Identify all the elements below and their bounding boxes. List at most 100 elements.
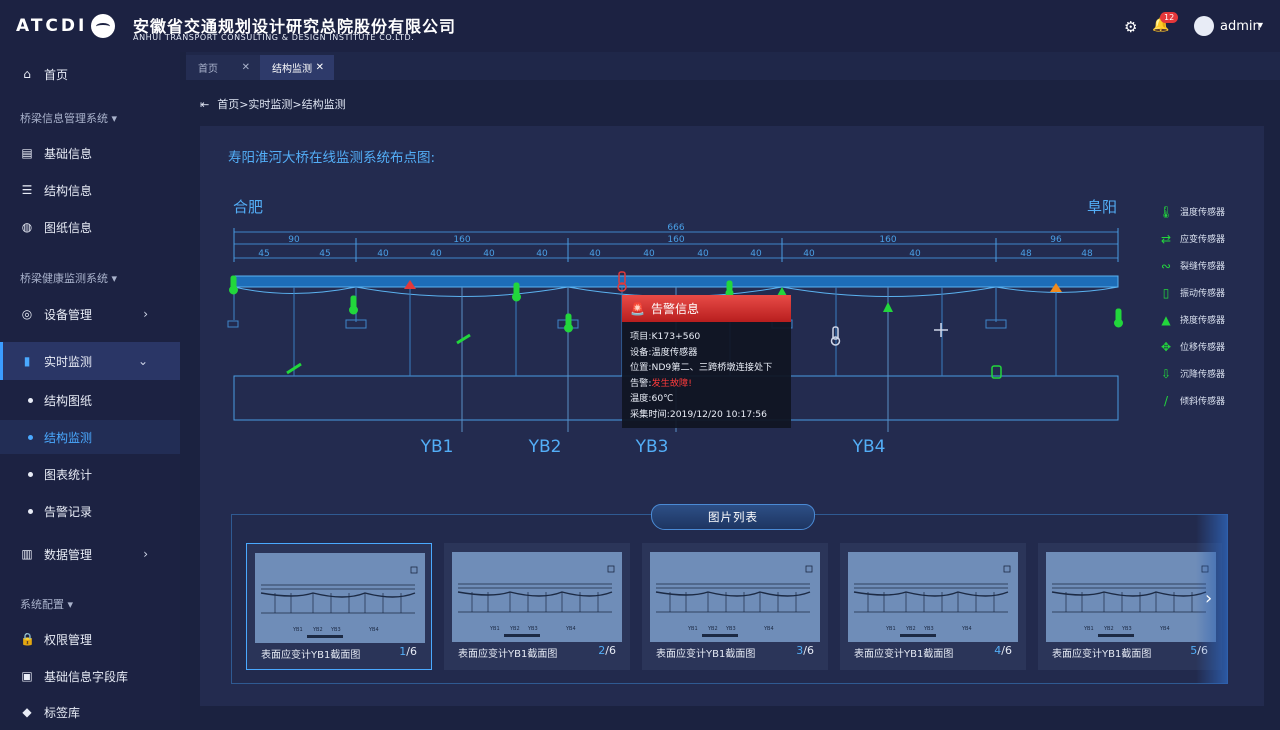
tab-home[interactable]: 首页 ✕ [186,55,260,80]
sidebar-subitem-label: 图表统计 [44,467,93,482]
alarm-info-popup: 🚨 告警信息 项目:K173+560 设备:温度传感器 位置:ND9第二、三跨桥… [622,295,791,428]
caret-down-icon: ▾ [111,272,118,285]
gallery-thumb-3[interactable]: YB1 YB2 YB3 YB4 表面应变计YB1截面图 3/6 [642,543,828,670]
gallery-thumb-4[interactable]: YB1 YB2 YB3 YB4 表面应变计YB1截面图 4/6 [840,543,1026,670]
legend-item-displacement: ✥ 位移传感器 [1158,333,1225,360]
legend-label: 挠度传感器 [1180,316,1226,326]
gallery-next-button[interactable]: › [1196,514,1228,684]
breadcrumb-text: 首页>实时监测>结构监测 [217,98,346,111]
alarm-row-status: 告警:发生故障! [630,377,692,389]
sidebar-subitem-chart-stats[interactable]: 图表统计 [0,457,180,491]
gallery-thumb-5[interactable]: YB1YB2YB3YB4 表面应变计YB1截面图 5/6 [1038,543,1222,670]
sidebar-subitem-struct-drawing[interactable]: 结构图纸 [0,383,180,417]
menu-collapse-icon[interactable]: ⇤ [200,98,209,111]
alarm-popup-title: 告警信息 [650,302,699,316]
sidebar-item-field-lib[interactable]: ▣ 基础信息字段库 [0,658,180,694]
bullet-icon [28,434,33,440]
thumbnail-image: YB1 YB2 YB3 YB4 [452,552,622,642]
svg-text:YB1: YB1 [687,626,698,632]
sidebar-item-data-mgmt[interactable]: ▥ 数据管理 › [0,536,180,572]
caret-down-icon: ▾ [111,112,118,125]
city-label-left: 合肥 [233,198,264,216]
sidebar-item-basic-info[interactable]: ▤ 基础信息 [0,135,180,171]
chevron-right-icon: › [143,307,148,321]
alarm-popup-body: 项目:K173+560 设备:温度传感器 位置:ND9第二、三跨桥墩连接处下 告… [622,322,791,430]
tilt-icon: / [1163,393,1169,408]
legend-label: 位移传感器 [1180,343,1226,353]
legend-label: 振动传感器 [1180,289,1226,299]
sidebar-item-tag-lib[interactable]: ◆ 标签库 [0,694,180,730]
thumb-caption: 表面应变计YB1截面图 [1052,649,1152,660]
svg-text:YB1: YB1 [1083,626,1094,632]
chevron-down-icon: ⌄ [137,354,148,368]
thumbnail-image: YB1 YB2 YB3 YB4 [848,552,1018,642]
svg-text:YB3: YB3 [1121,626,1132,632]
sidebar-subitem-label: 告警记录 [44,504,93,519]
sidebar-item-struct-info[interactable]: ☰ 结构信息 [0,172,180,208]
sidebar-item-label: 首页 [44,67,69,82]
close-icon[interactable]: ✕ [242,62,250,73]
thumb-page: 3/6 [796,644,814,657]
gallery-thumb-1[interactable]: YB1 YB2 YB3 YB4 表面应变计YB1截面图 1/6 [246,543,432,670]
sidebar-section-system[interactable]: 系统配置 ▾ [20,596,73,612]
sidebar-item-label: 数据管理 [44,547,93,562]
legend-label: 裂缝传感器 [1180,262,1226,272]
alarm-row-time: 采集时间:2019/12/20 10:17:56 [630,408,767,420]
svg-text:YB3: YB3 [725,626,736,632]
settings-gear-icon[interactable]: ⚙ [1124,18,1137,36]
svg-text:YB2: YB2 [905,626,916,632]
sidebar-item-realtime[interactable]: ▮ 实时监测 ⌄ [0,342,180,380]
caret-down-icon: ▾ [67,598,74,611]
sidebar-item-drawing-info[interactable]: ◍ 图纸信息 [0,209,180,245]
section-label: 桥梁健康监测系统 [20,272,108,285]
user-menu-chevron-down-icon[interactable]: ▾ [1258,20,1263,31]
sidebar-subitem-alarm-records[interactable]: 告警记录 [0,494,180,528]
svg-text:YB4: YB4 [763,626,774,632]
bullet-icon [28,471,33,477]
thumb-caption: 表面应变计YB1截面图 [261,650,361,661]
close-icon[interactable]: ✕ [316,62,324,73]
svg-text:YB4: YB4 [1159,626,1170,632]
field-library-icon: ▣ [21,669,33,683]
sidebar-item-home[interactable]: ⌂ 首页 [0,56,180,92]
thumbnail-image: YB1 YB2 YB3 YB4 [255,553,425,643]
document-icon: ▤ [21,146,33,160]
sidebar-item-label: 基础信息字段库 [44,669,129,684]
chevron-right-icon: › [143,547,148,561]
gallery-thumb-2[interactable]: YB1 YB2 YB3 YB4 表面应变计YB1截面图 2/6 [444,543,630,670]
alarm-popup-header: 🚨 告警信息 [622,295,791,322]
section-label: 桥梁信息管理系统 [20,112,108,125]
vibration-icon: ▯ [1162,285,1170,300]
user-name[interactable]: admin [1220,19,1261,34]
company-logo: ATCDI [16,14,116,38]
tab-label: 首页 [198,64,218,75]
sidebar-subitem-label: 结构监测 [44,430,93,445]
thumbnail-image: YB1 YB2 YB3 YB4 [1046,552,1216,642]
crack-icon: ∾ [1160,258,1172,273]
thumb-caption: 表面应变计YB1截面图 [854,649,954,660]
legend-item-deflection: ▲ 挠度传感器 [1158,306,1225,333]
svg-text:YB2: YB2 [707,626,718,632]
svg-text:YB2: YB2 [1103,626,1114,632]
sidebar-item-label: 基础信息 [44,146,93,161]
home-icon: ⌂ [23,67,31,81]
bullet-icon [28,397,33,403]
logo-emblem-icon [91,14,116,38]
breadcrumb: ⇤ 首页>实时监测>结构监测 [200,96,346,112]
sidebar-item-device-mgmt[interactable]: ◎ 设备管理 › [0,296,180,332]
org-name-en: ANHUI TRANSPORT CONSULTING & DESIGN INST… [133,33,415,42]
sidebar-subitem-struct-monitor[interactable]: 结构监测 [0,420,180,454]
sidebar-item-permission[interactable]: 🔒 权限管理 [0,621,180,657]
top-bar: ATCDI 安徽省交通规划设计研究总院股份有限公司 ANHUI TRANSPOR… [0,0,1280,52]
alarm-row-project: 项目:K173+560 [630,331,701,342]
sidebar-section-bridge-info[interactable]: 桥梁信息管理系统 ▾ [20,110,117,126]
sidebar: ⌂ 首页 桥梁信息管理系统 ▾ ▤ 基础信息 ☰ 结构信息 ◍ 图纸信息 桥梁健… [0,52,180,720]
user-avatar[interactable] [1194,16,1214,36]
tab-struct-monitor[interactable]: 结构监测 ✕ [260,55,334,80]
chevron-right-icon: › [1205,588,1213,609]
tab-bar: 首页 ✕ 结构监测 ✕ [186,52,1280,80]
svg-text:YB4: YB4 [565,626,576,632]
legend-item-temperature: 🌡 温度传感器 [1158,198,1225,225]
sidebar-section-health[interactable]: 桥梁健康监测系统 ▾ [20,270,117,286]
city-label-right: 阜阳 [1087,198,1118,216]
